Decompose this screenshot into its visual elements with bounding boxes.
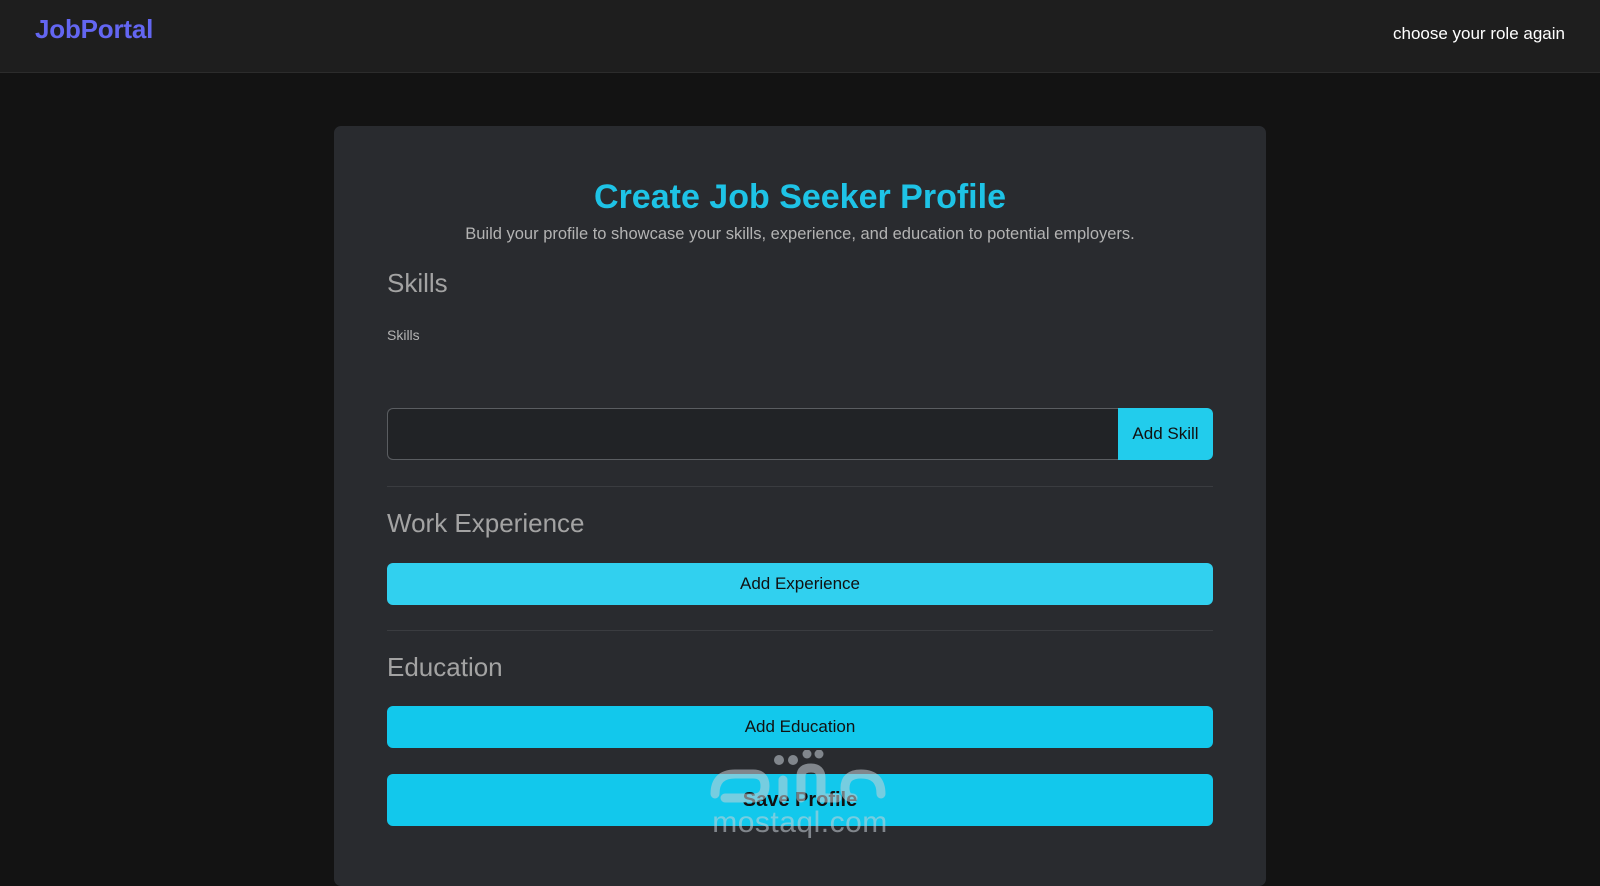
- add-experience-button[interactable]: Add Experience: [387, 563, 1213, 605]
- add-education-button[interactable]: Add Education: [387, 706, 1213, 748]
- work-experience-heading: Work Experience: [387, 508, 585, 538]
- section-divider: [387, 630, 1213, 631]
- page-title: Create Job Seeker Profile: [594, 178, 1006, 216]
- skill-input[interactable]: [387, 408, 1118, 460]
- brand-logo-link[interactable]: JobPortal: [35, 14, 153, 45]
- choose-role-link[interactable]: choose your role again: [1393, 24, 1565, 44]
- page-subtitle: Build your profile to showcase your skil…: [465, 225, 1135, 243]
- skills-field-label: Skills: [387, 327, 420, 343]
- section-divider: [387, 486, 1213, 487]
- add-skill-button[interactable]: Add Skill: [1118, 408, 1213, 460]
- save-profile-button[interactable]: Save Profile: [387, 774, 1213, 826]
- education-heading: Education: [387, 652, 503, 682]
- profile-form-card: Create Job Seeker Profile Build your pro…: [334, 126, 1266, 886]
- skills-heading: Skills: [387, 268, 448, 298]
- top-navbar: JobPortal choose your role again: [0, 0, 1600, 73]
